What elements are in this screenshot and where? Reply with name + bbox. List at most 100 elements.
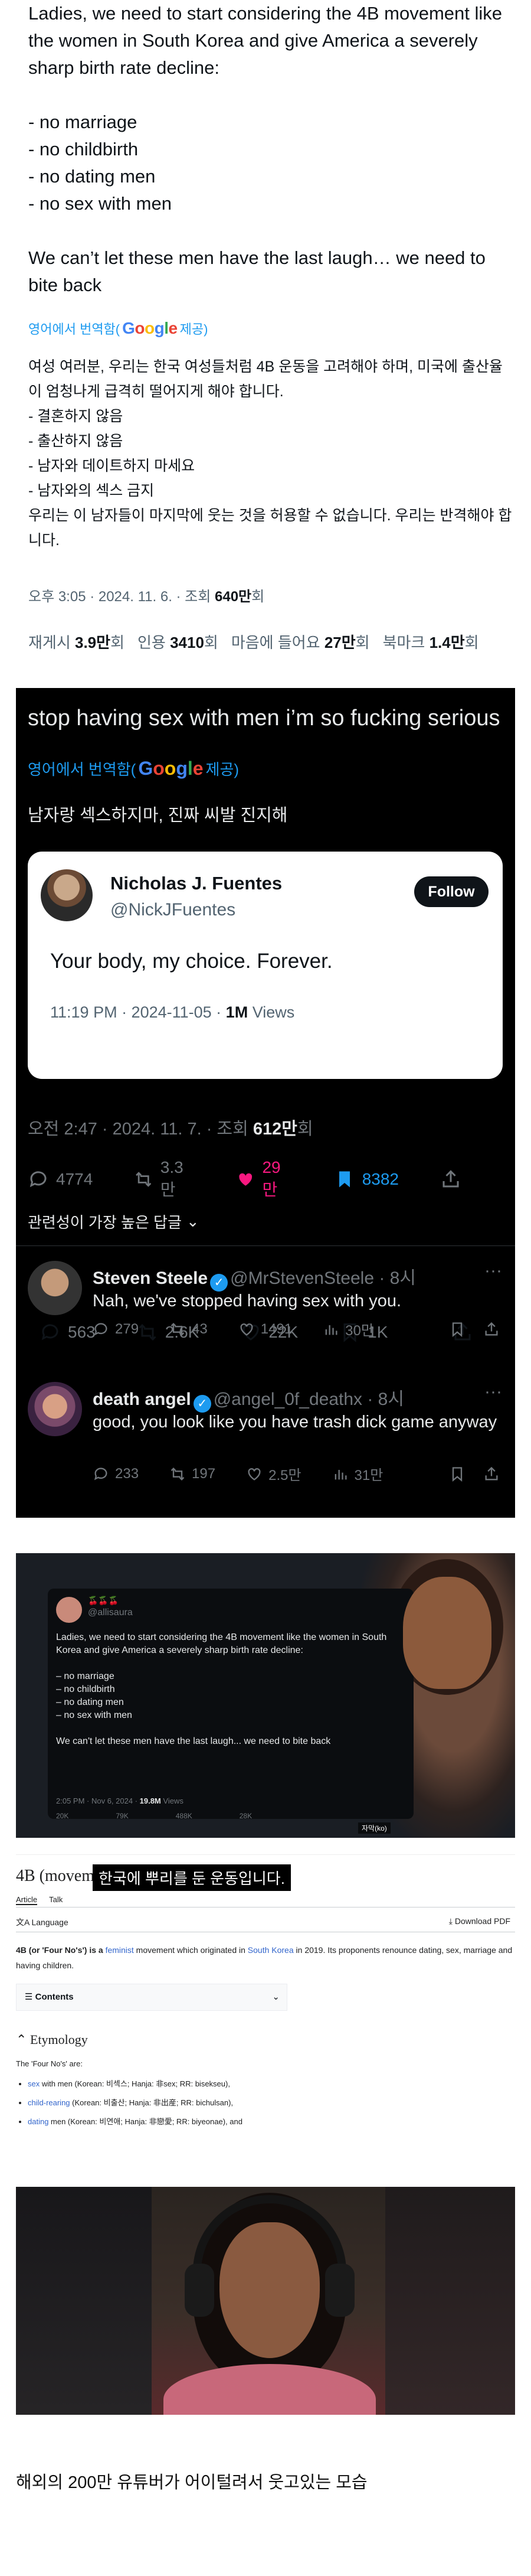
reply-sort-label: 관련성이 가장 높은 답글 (28, 1214, 182, 1231)
link-south-korea[interactable]: South Korea (248, 1945, 294, 1955)
reply-action[interactable]: 233 (93, 1466, 139, 1482)
quoted-views-label: Views (248, 1003, 295, 1021)
background-shelf (16, 2187, 152, 2415)
translate-link[interactable]: 영어에서 번역함( Google 제공) (28, 319, 208, 338)
translate-prefix: 영어에서 번역함( (28, 761, 136, 778)
repost-action[interactable]: 3.3만 (134, 1158, 195, 1201)
share-action[interactable] (483, 1321, 500, 1338)
reply-author-handle[interactable]: @MrStevenSteele · 8시 (230, 1269, 416, 1288)
download-pdf-button[interactable]: ⤓ Download PDF (449, 1916, 510, 1926)
repost-count: 3.3만 (160, 1158, 183, 1199)
reply-item[interactable]: death angel ✓ @angel_0f_deathx · 8시 ··· go… (16, 1382, 515, 1494)
bookmark-action[interactable]: 8382 (334, 1169, 399, 1190)
tab-talk[interactable]: Talk (49, 1895, 63, 1905)
section-heading[interactable]: ⌃ Etymology (16, 2032, 88, 2047)
reply-author-name[interactable]: Steven Steele (93, 1269, 208, 1288)
google-logo: Google (122, 319, 178, 338)
views-action[interactable]: 31만 (332, 1463, 383, 1484)
subtitle-indicator: 자막(ko) (358, 1822, 391, 1834)
list-item-link[interactable]: child-rearing (28, 2098, 70, 2107)
link-feminist[interactable]: feminist (106, 1945, 134, 1955)
translate-link[interactable]: 영어에서 번역함( Google 제공) (28, 758, 239, 780)
heart-icon (239, 1173, 253, 1186)
translated-text: 남자랑 섹스하지마, 진짜 씨발 진지해 (28, 806, 288, 825)
reply-count: 233 (115, 1465, 139, 1482)
chevron-down-icon: ⌄ (272, 1992, 280, 2002)
bookmark-icon (452, 1466, 463, 1482)
author-emojis: 🍒🍒🍒 (88, 1596, 119, 1605)
like-count: 488K (175, 1812, 192, 1820)
stat-suffix: 회 (204, 634, 218, 651)
quoted-author-handle[interactable]: @NickJFuentes (110, 900, 235, 920)
reply-actions: 279 43 1491 30만 (93, 1319, 500, 1339)
view-count: 30만 (345, 1323, 374, 1339)
share-action[interactable] (483, 1466, 500, 1482)
wiki-lead: 4B (or 'Four No's') is a feminist moveme… (16, 1942, 515, 1973)
list-item-link[interactable]: sex (28, 2079, 40, 2088)
background-wall (385, 2187, 515, 2415)
bookmark-action[interactable] (449, 1466, 466, 1482)
list-item-link[interactable]: dating (28, 2117, 48, 2126)
reply-action[interactable]: 279 (93, 1321, 139, 1338)
reply-item[interactable]: Steven Steele ✓ @MrStevenSteele · 8시 ··· N… (16, 1261, 515, 1373)
more-options-icon[interactable]: ··· (484, 1261, 502, 1281)
headphone-earcup (325, 2264, 355, 2317)
like-action[interactable]: 1491 (238, 1321, 292, 1338)
contents-toggle[interactable]: ☰ Contents ⌄ (16, 1984, 287, 2011)
follow-button[interactable]: Follow (414, 876, 489, 907)
google-logo-letter: o (145, 319, 155, 337)
stat-value: 1.4만 (429, 634, 465, 651)
etymology-heading: Etymology (30, 2032, 88, 2047)
list-item: sex with men (Korean: 비섹스; Hanja: 非sex; … (28, 2075, 242, 2094)
list-item-text: men (Korean: 비연애; Hanja: 非戀愛; RR: biyeon… (48, 2117, 242, 2126)
tweet-time: 2:05 PM · Nov 6, 2024 · 19.8M Views (56, 1796, 183, 1805)
wiki-screenshot: 4B (movement) 한국에 뿌리를 둔 운동입니다. Article T… (16, 1854, 515, 2156)
repost-action[interactable]: 43 (169, 1321, 208, 1338)
reply-sort-dropdown[interactable]: 관련성이 가장 높은 답글 ⌄ (28, 1211, 199, 1232)
stat-suffix: 회 (464, 634, 479, 651)
repost-count: 43 (192, 1320, 208, 1337)
stat-quotes[interactable]: 인용 3410회 (137, 631, 218, 653)
reply-icon (94, 1322, 107, 1335)
reply-author-handle[interactable]: @angel_0f_deathx · 8시 (214, 1390, 404, 1409)
translate-suffix: 제공) (205, 761, 240, 778)
stat-label: 마음에 들어요 (231, 634, 320, 651)
repost-count: 79K (116, 1812, 129, 1820)
quoted-tweet-card[interactable]: Nicholas J. Fuentes @NickJFuentes Follow… (28, 852, 503, 1342)
like-action[interactable]: 2.5만 (246, 1463, 301, 1484)
language-button[interactable]: 文A Language (16, 1916, 68, 1928)
like-action[interactable]: 29만 (236, 1158, 293, 1201)
list-item-text: with men (Korean: 비섹스; Hanja: 非sex; RR: … (40, 2079, 230, 2088)
bookmark-action[interactable] (449, 1321, 466, 1338)
reply-action[interactable]: 4774 (28, 1169, 93, 1190)
avatar[interactable] (41, 869, 93, 921)
share-icon (485, 1466, 498, 1480)
stat-reposts[interactable]: 재게시 3.9만회 (28, 631, 124, 653)
reply-author-name[interactable]: death angel (93, 1390, 191, 1409)
stat-bookmarks[interactable]: 북마크 1.4만회 (383, 631, 479, 653)
avatar[interactable] (28, 1261, 82, 1315)
views-action[interactable]: 30만 (323, 1319, 374, 1339)
download-label: Download PDF (454, 1916, 510, 1926)
like-count: 1491 (260, 1320, 293, 1337)
list-item: dating men (Korean: 비연애; Hanja: 非戀愛; RR:… (28, 2112, 242, 2131)
view-suffix: 회 (297, 1120, 313, 1139)
repost-icon (136, 1172, 152, 1187)
heart-icon (240, 1323, 253, 1336)
tab-article[interactable]: Article (16, 1895, 38, 1905)
avatar[interactable] (28, 1382, 82, 1436)
reply-icon (30, 1171, 47, 1188)
view-count: 612만 (253, 1120, 297, 1139)
lead-text: movement which originated in (133, 1945, 248, 1955)
reply-header: death angel ✓ @angel_0f_deathx · 8시 (93, 1384, 404, 1413)
bookmark-icon (339, 1171, 350, 1188)
more-options-icon[interactable]: ··· (484, 1382, 502, 1402)
share-action[interactable] (440, 1169, 461, 1190)
repost-action[interactable]: 197 (169, 1466, 215, 1482)
stat-likes[interactable]: 마음에 들어요 27만회 (231, 631, 370, 653)
reply-header: Steven Steele ✓ @MrStevenSteele · 8시 (93, 1263, 416, 1292)
view-count: 640만 (215, 589, 252, 605)
quoted-tweet-time: 11:19 PM · 2024-11-05 · 1M Views (50, 1003, 294, 1022)
four-nos-list: sex with men (Korean: 비섹스; Hanja: 非sex; … (28, 2075, 242, 2131)
quoted-author-name[interactable]: Nicholas J. Fuentes (110, 873, 282, 894)
